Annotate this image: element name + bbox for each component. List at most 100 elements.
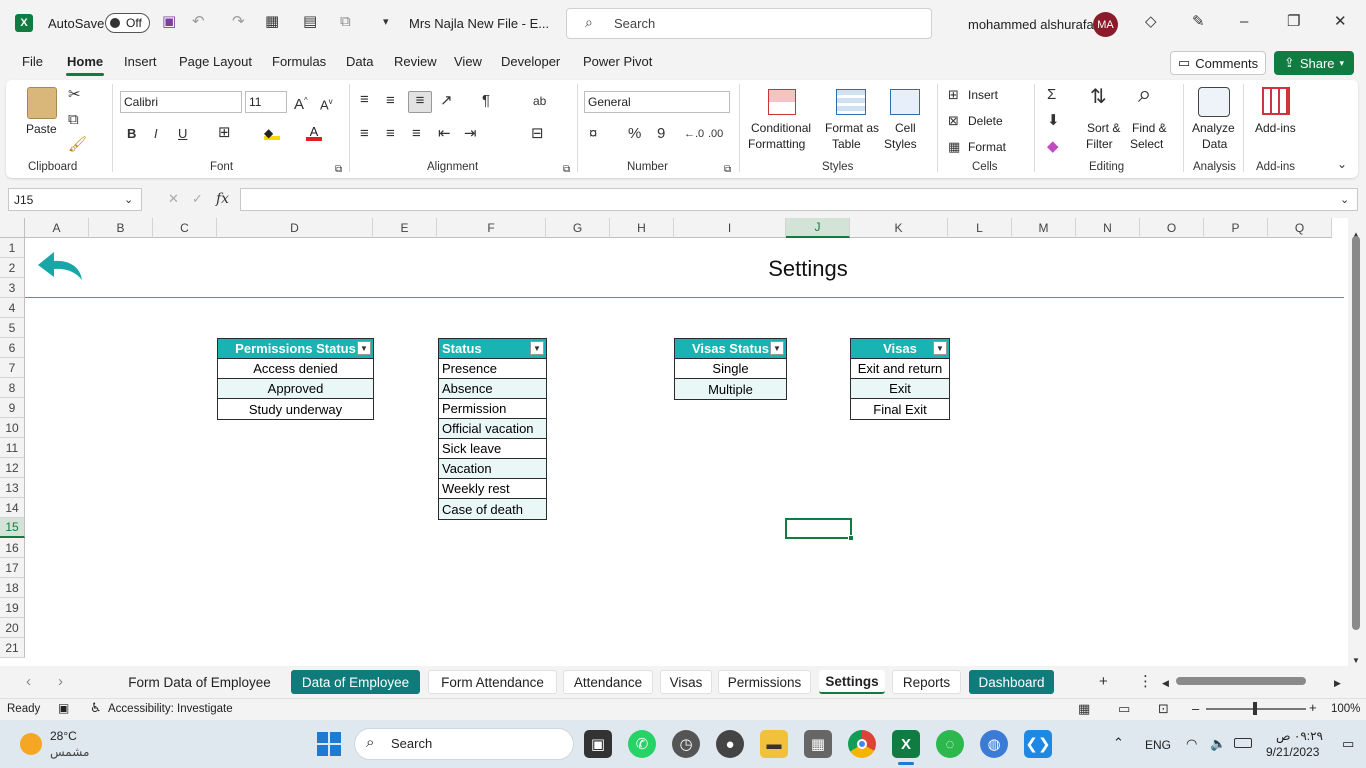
table-row[interactable]: Presence <box>439 359 546 379</box>
table-row[interactable]: Absence <box>439 379 546 399</box>
battery-icon[interactable] <box>1234 738 1252 748</box>
sort-filter-label-2[interactable]: Filter <box>1086 136 1113 152</box>
formula-input[interactable] <box>240 188 1358 211</box>
analyze-data-label-2[interactable]: Data <box>1202 136 1227 152</box>
menu-power-pivot[interactable]: Power Pivot <box>583 54 652 69</box>
column-header[interactable]: G <box>546 218 610 238</box>
column-header[interactable]: K <box>850 218 948 238</box>
namebox-dropdown-icon[interactable]: ⌄ <box>124 191 133 209</box>
find-select-label-2[interactable]: Select <box>1130 136 1163 152</box>
analyze-data-icon[interactable] <box>1198 87 1230 117</box>
row-header[interactable]: 21 <box>0 638 25 658</box>
menu-review[interactable]: Review <box>394 54 437 69</box>
pen-icon[interactable]: ✎ <box>1192 13 1205 31</box>
undo-icon[interactable]: ↶ <box>192 13 205 31</box>
orientation-icon[interactable]: ↗ <box>440 92 453 110</box>
column-header[interactable]: P <box>1204 218 1268 238</box>
save-icon[interactable]: ▣ <box>162 13 176 31</box>
menu-file[interactable]: File <box>22 54 43 69</box>
diamond-icon[interactable]: ◇ <box>1145 13 1157 31</box>
language-indicator[interactable]: ENG <box>1145 738 1171 752</box>
normal-view-icon[interactable]: ▦ <box>1078 700 1090 718</box>
tab-reports[interactable]: Reports <box>892 670 961 694</box>
autosave-toggle[interactable]: Off <box>105 13 150 33</box>
row-header[interactable]: 9 <box>0 398 25 418</box>
align-bottom-icon[interactable]: ≡ <box>408 91 432 113</box>
decrease-decimal-icon[interactable]: .00 <box>708 125 723 143</box>
wrap-text-icon[interactable]: ab <box>533 92 546 110</box>
row-header[interactable]: 17 <box>0 558 25 578</box>
close-icon[interactable]: ✕ <box>1334 13 1347 31</box>
format-as-table-label-2[interactable]: Table <box>832 136 861 152</box>
menu-formulas[interactable]: Formulas <box>272 54 326 69</box>
hscroll-left-icon[interactable]: ◀ <box>1162 674 1169 692</box>
vertical-scroll-thumb[interactable] <box>1352 236 1360 630</box>
column-header[interactable]: M <box>1012 218 1076 238</box>
tab-data-of-employee[interactable]: Data of Employee <box>291 670 420 694</box>
column-header[interactable]: I <box>674 218 786 238</box>
row-header[interactable]: 13 <box>0 478 25 498</box>
add-ins-label[interactable]: Add-ins <box>1255 120 1296 136</box>
media-icon[interactable]: ● <box>716 730 744 758</box>
table-row[interactable]: Weekly rest <box>439 479 546 499</box>
conditional-formatting-icon[interactable] <box>768 89 796 115</box>
cell-styles-label-1[interactable]: Cell <box>895 120 916 136</box>
table-row[interactable]: Approved <box>218 379 373 399</box>
paste-label[interactable]: Paste <box>26 121 57 137</box>
table-row[interactable]: Final Exit <box>851 399 949 419</box>
number-format-select[interactable]: General <box>584 91 730 113</box>
column-header[interactable]: H <box>610 218 674 238</box>
currency-icon[interactable]: ¤ <box>589 125 597 143</box>
column-header[interactable]: B <box>89 218 153 238</box>
back-arrow-icon[interactable] <box>36 248 84 282</box>
sort-filter-label-1[interactable]: Sort & <box>1087 120 1120 136</box>
number-dialog-launcher-icon[interactable]: ⧉ <box>724 161 731 179</box>
sort-filter-icon[interactable]: ⇅ <box>1090 87 1107 107</box>
zoom-in-icon[interactable]: + <box>1309 700 1317 715</box>
table-icon[interactable]: ▤ <box>303 13 317 31</box>
file-explorer-icon[interactable]: ▬ <box>760 730 788 758</box>
cut-icon[interactable]: ✂ <box>68 86 81 104</box>
whatsapp-icon[interactable]: ✆ <box>628 730 656 758</box>
cell-styles-icon[interactable] <box>890 89 920 115</box>
percent-icon[interactable]: % <box>628 125 641 143</box>
tab-attendance[interactable]: Attendance <box>563 670 653 694</box>
format-cells-label[interactable]: Format <box>968 139 1006 155</box>
clock-icon[interactable]: ◷ <box>672 730 700 758</box>
notification-icon[interactable]: ▭ <box>1342 736 1354 752</box>
conditional-formatting-label-2[interactable]: Formatting <box>748 136 805 152</box>
task-view-icon[interactable]: ▣ <box>584 730 612 758</box>
row-header[interactable]: 19 <box>0 598 25 618</box>
menu-view[interactable]: View <box>454 54 482 69</box>
find-select-label-1[interactable]: Find & <box>1132 120 1167 136</box>
table-row[interactable]: Access denied <box>218 359 373 379</box>
increase-indent-icon[interactable]: ⇥ <box>464 125 477 143</box>
row-header[interactable]: 5 <box>0 318 25 338</box>
redo-icon[interactable]: ↷ <box>232 13 245 31</box>
macro-recording-icon[interactable]: ▣ <box>58 701 69 715</box>
format-as-table-label-1[interactable]: Format as <box>825 120 879 136</box>
insert-function-icon[interactable]: fx <box>216 190 229 208</box>
format-cells-icon[interactable]: ▦ <box>948 138 960 156</box>
filter-dropdown-icon[interactable]: ▼ <box>770 341 784 355</box>
align-center-icon[interactable]: ≡ <box>386 125 395 143</box>
row-header[interactable]: 11 <box>0 438 25 458</box>
menu-page-layout[interactable]: Page Layout <box>179 54 252 69</box>
calculator-icon[interactable]: ▦ <box>804 730 832 758</box>
column-header[interactable]: O <box>1140 218 1204 238</box>
avatar[interactable]: MA <box>1093 12 1118 37</box>
tab-scroll-right-icon[interactable]: › <box>58 673 63 691</box>
active-cell[interactable] <box>785 518 852 539</box>
comments-button[interactable]: ▭ Comments <box>1170 51 1266 75</box>
column-header[interactable]: F <box>437 218 546 238</box>
grow-font-icon[interactable]: A^ <box>294 92 308 114</box>
weather-temp[interactable]: 28°C <box>50 729 77 743</box>
accessibility-icon[interactable]: ♿ <box>90 700 102 716</box>
table-row[interactable]: Multiple <box>675 379 786 399</box>
table-row[interactable]: Exit and return <box>851 359 949 379</box>
insert-cells-label[interactable]: Insert <box>968 87 998 103</box>
font-color-icon[interactable]: A <box>306 124 322 141</box>
row-header[interactable]: 12 <box>0 458 25 478</box>
sun-icon[interactable] <box>20 733 42 755</box>
minimize-icon[interactable]: – <box>1240 13 1248 31</box>
